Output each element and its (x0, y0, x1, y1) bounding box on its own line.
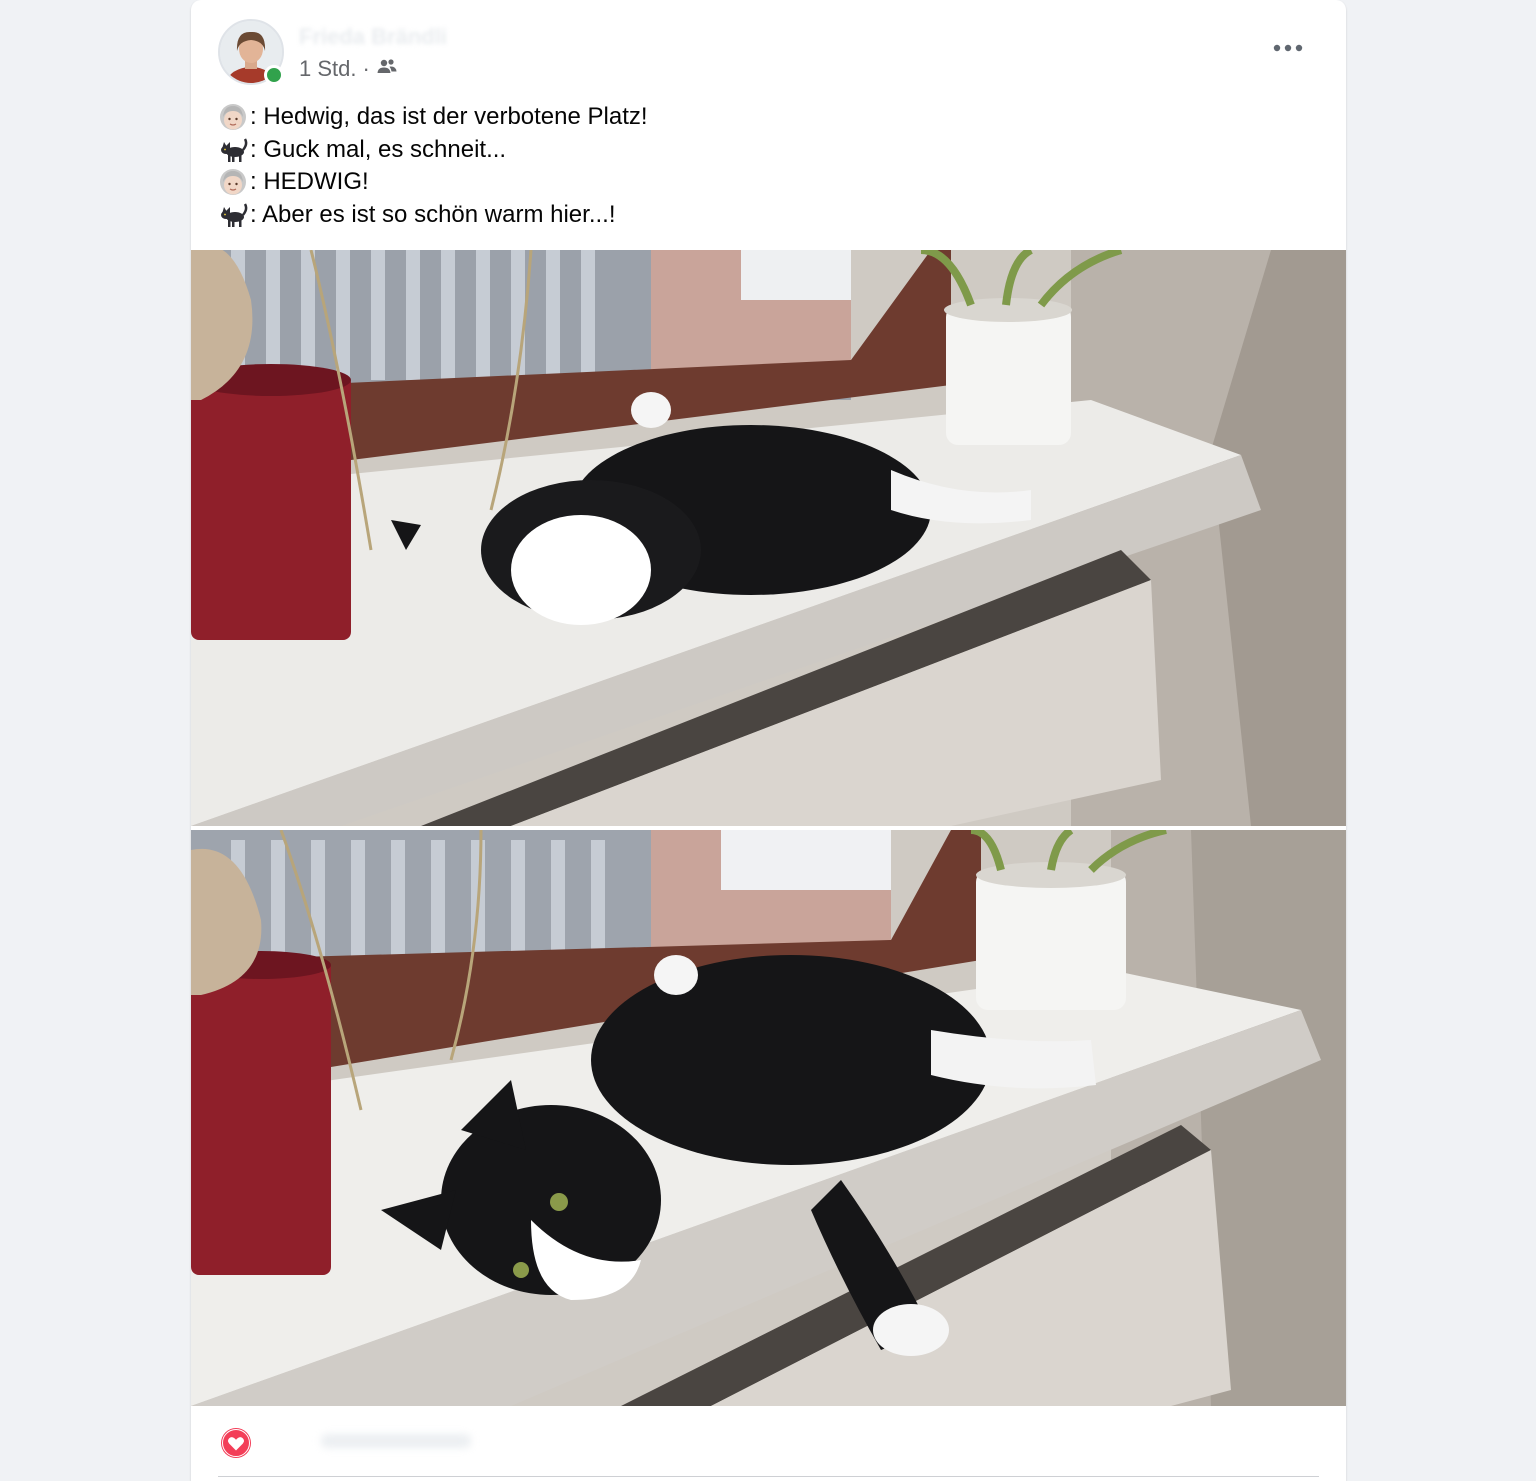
cat-rolling-on-windowsill-photo[interactable] (191, 250, 1346, 826)
message-line-text: : Aber es ist so schön warm hier...! (250, 200, 616, 228)
post-header: Frieda Brändli 1 Std. · (191, 0, 1346, 100)
black-cat-emoji-icon (218, 135, 248, 165)
reactions-bar (191, 1406, 1346, 1481)
message-line: : Guck mal, es schneit... (218, 134, 648, 167)
online-status-dot (264, 65, 284, 85)
author-avatar[interactable] (218, 19, 284, 85)
message-line-text: : Hedwig, das ist der verbotene Platz! (250, 103, 648, 130)
message-line: : Hedwig, das ist der verbotene Platz! (218, 101, 648, 134)
message-line: : Aber es ist so schön warm hier...! (218, 199, 648, 232)
more-options-icon (1273, 39, 1303, 57)
author-name[interactable]: Frieda Brändli (299, 24, 447, 50)
cat-lying-on-windowsill-photo[interactable] (191, 830, 1346, 1406)
message-line-text: : HEDWIG! (250, 168, 369, 195)
post-meta: 1 Std. · (299, 56, 398, 82)
old-woman-emoji-icon (218, 167, 248, 197)
post-card: Frieda Brändli 1 Std. ·: Hedwig, das is… (191, 0, 1346, 1481)
post-message: : Hedwig, das ist der verbotene Platz! :… (218, 101, 648, 231)
love-reaction-icon[interactable] (220, 1427, 252, 1459)
message-line-text: : Guck mal, es schneit... (250, 135, 507, 163)
reaction-names[interactable] (321, 1434, 471, 1448)
meta-separator: · (362, 56, 370, 81)
more-options-button[interactable] (1270, 34, 1306, 62)
post-timestamp[interactable]: 1 Std. (299, 56, 356, 82)
black-cat-emoji-icon (218, 200, 248, 230)
message-line: : HEDWIG! (218, 166, 648, 199)
divider (218, 1476, 1319, 1477)
friends-icon (376, 56, 398, 82)
old-woman-emoji-icon (218, 102, 248, 132)
